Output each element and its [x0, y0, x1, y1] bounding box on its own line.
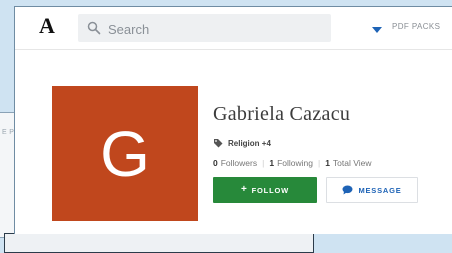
profile-stats: 0 Followers | 1 Following | 1 Total View	[213, 158, 372, 168]
tag-icon	[214, 139, 223, 148]
search-bar[interactable]	[78, 14, 382, 42]
following-label[interactable]: Following	[277, 158, 313, 168]
followers-count: 0	[213, 158, 218, 168]
stats-divider: |	[262, 158, 265, 168]
message-label: MESSAGE	[358, 185, 402, 195]
profile-tags[interactable]: Religion +4	[213, 137, 271, 149]
follow-label: FOLLOW	[251, 185, 289, 195]
views-label: Total View	[332, 158, 372, 168]
top-navbar: A PDF PACKS	[15, 7, 452, 50]
caret-down-icon[interactable]	[371, 26, 383, 34]
views-count: 1	[325, 158, 330, 168]
stats-divider: |	[317, 158, 321, 168]
following-count: 1	[269, 158, 275, 168]
plus-icon: +	[241, 184, 248, 195]
profile-name: Gabriela Cazacu	[213, 103, 351, 125]
message-button[interactable]: MESSAGE	[326, 177, 418, 203]
chat-bubble-icon	[342, 185, 353, 195]
tags-label[interactable]: Religion +4	[228, 139, 271, 148]
background-bottom-sheet	[4, 233, 314, 253]
avatar: G	[52, 86, 198, 221]
pdf-packs-link[interactable]: PDF PACKS	[392, 22, 440, 31]
search-input[interactable]	[106, 18, 300, 40]
profile-window: A PDF PACKS G Gabriela Cazacu Religion +…	[14, 6, 452, 234]
site-logo[interactable]: A	[39, 13, 55, 39]
search-icon	[87, 21, 101, 35]
followers-label[interactable]: Followers	[221, 158, 257, 168]
follow-button[interactable]: + FOLLOW	[213, 177, 317, 203]
avatar-initial: G	[100, 117, 150, 190]
